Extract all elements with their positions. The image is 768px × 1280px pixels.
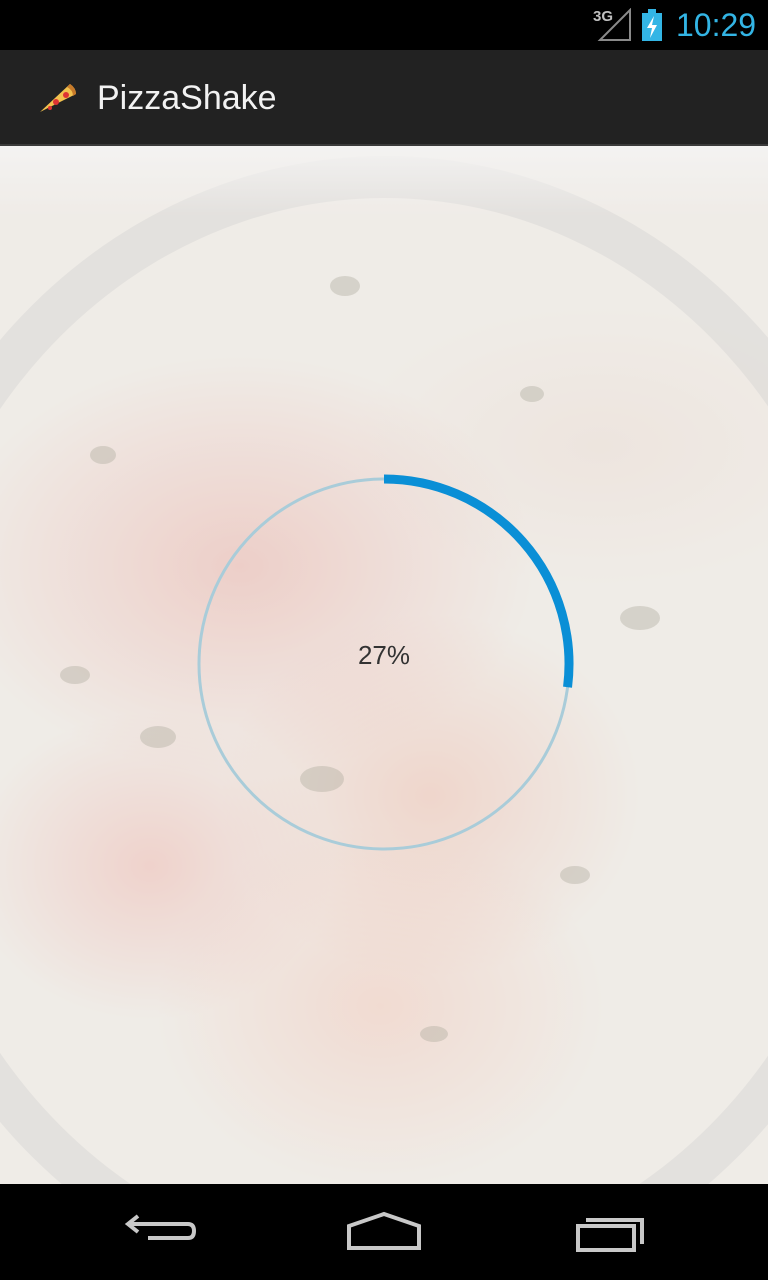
recents-icon[interactable] — [566, 1204, 656, 1260]
navigation-bar — [0, 1184, 768, 1280]
home-icon[interactable] — [339, 1204, 429, 1260]
battery-charging-icon — [642, 9, 662, 41]
app-title: PizzaShake — [97, 79, 277, 117]
network-type-label: 3G — [593, 8, 614, 25]
status-bar: 3G 10:29 — [0, 0, 768, 50]
back-icon[interactable] — [114, 1204, 204, 1260]
pizza-slice-icon[interactable] — [36, 80, 78, 116]
clock: 10:29 — [676, 7, 757, 43]
content-area: 27% — [0, 146, 768, 1184]
progress-percent-label: 27% — [357, 640, 411, 670]
circular-progress: 27% — [192, 472, 576, 856]
action-bar: PizzaShake — [0, 50, 768, 146]
